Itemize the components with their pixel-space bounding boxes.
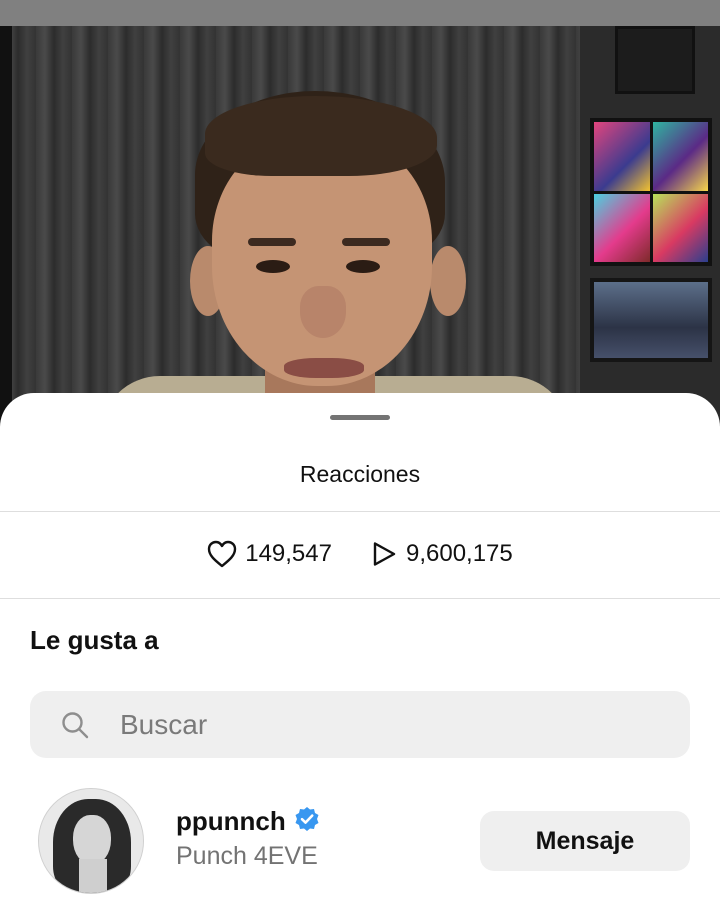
pop-art-poster xyxy=(590,118,712,266)
message-button[interactable]: Mensaje xyxy=(480,811,690,871)
divider xyxy=(0,511,720,512)
search-bar[interactable] xyxy=(30,691,690,758)
username-row: ppunnch xyxy=(176,806,320,837)
sheet-title: Reacciones xyxy=(299,461,421,487)
reaction-stats: 149,547 9,600,175 xyxy=(0,532,720,576)
plays-stat[interactable]: 9,600,175 xyxy=(370,540,513,568)
wall-frame xyxy=(615,26,695,94)
section-title: Le gusta a xyxy=(30,625,159,655)
username[interactable]: ppunnch xyxy=(176,806,286,837)
heart-icon xyxy=(207,540,237,568)
video-person xyxy=(80,86,570,426)
search-icon xyxy=(60,710,90,745)
user-full-name: Punch 4EVE xyxy=(176,842,318,870)
play-icon xyxy=(370,540,398,568)
avatar[interactable] xyxy=(38,788,144,894)
likes-stat[interactable]: 149,547 xyxy=(207,540,332,568)
divider xyxy=(0,598,720,599)
framed-photo xyxy=(590,278,712,362)
status-bar xyxy=(0,0,720,26)
video-background xyxy=(0,26,720,426)
drag-handle[interactable] xyxy=(330,415,390,420)
reactions-sheet: Reacciones 149,547 9,600,175 Le gusta a xyxy=(0,393,720,899)
user-row[interactable]: ppunnch Punch 4EVE Mensaje xyxy=(0,786,720,898)
verified-badge-icon xyxy=(294,806,320,837)
plays-count: 9,600,175 xyxy=(405,540,513,567)
likes-count: 149,547 xyxy=(245,540,332,567)
search-input[interactable] xyxy=(120,691,670,758)
